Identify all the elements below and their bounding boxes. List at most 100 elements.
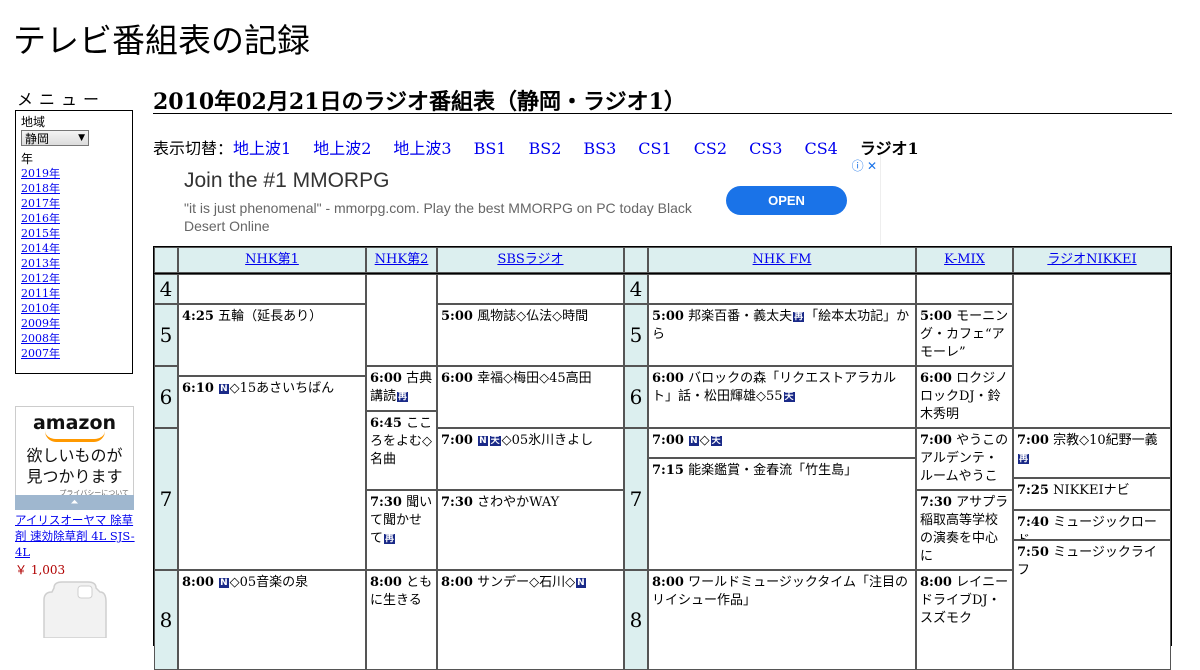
channel-link-nhkfm[interactable]: NHK FM (753, 252, 812, 267)
program-cell[interactable]: 6:45 こころをよむ◇名曲 (366, 411, 437, 490)
year-link[interactable]: 2017年 (21, 197, 60, 210)
year-link[interactable]: 2009年 (21, 317, 60, 330)
channel-link-kmix[interactable]: K-MIX (944, 252, 985, 267)
corner-cell (624, 247, 648, 273)
program-cell[interactable]: 8:00 サンデー◇石川◇ N (437, 570, 624, 670)
channel-header-kmix: K-MIX (916, 247, 1013, 273)
program-title: 宗教◇10紀野一義 (1053, 433, 1158, 448)
news-icon: N (689, 436, 699, 446)
channel-link-sbs[interactable]: SBSラジオ (497, 252, 563, 267)
program-cell[interactable]: 8:00 N ◇05音楽の泉 (178, 570, 366, 670)
region-label: 地域 (21, 115, 46, 129)
year-list: 2019年 2018年 2017年 2016年 2015年 2014年 2013… (21, 166, 127, 361)
program-time: 7:40 (1017, 515, 1049, 530)
channel-link-nhk1[interactable]: NHK第1 (245, 252, 299, 267)
program-title: 邦楽百番・義太夫 (688, 309, 793, 324)
hour-label: 8 (154, 570, 178, 670)
year-link[interactable]: 2013年 (21, 257, 60, 270)
program-title: ◇05氷川きよし (501, 433, 594, 448)
program-cell[interactable]: 8:00 レイニードライブDJ・スズモク (916, 570, 1013, 670)
year-link[interactable]: 2016年 (21, 212, 60, 225)
product-image[interactable] (36, 578, 114, 638)
program-cell[interactable]: 5:00 邦楽百番・義太夫再「絵本太功記」から (648, 304, 916, 366)
program-cell[interactable]: 7:00 やうこのアルデンテ・ルームやうこ (916, 428, 1013, 490)
year-link[interactable]: 2015年 (21, 227, 60, 240)
channel-header-nikkei: ラジオNIKKEI (1013, 247, 1171, 273)
channel-header-nhkfm: NHK FM (648, 247, 916, 273)
channel-header-nhk1: NHK第1 (178, 247, 366, 273)
year-link[interactable]: 2012年 (21, 272, 60, 285)
menu-heading: メニュー (17, 90, 106, 109)
weather-icon: 天 (783, 392, 795, 402)
ad-close-icon[interactable]: ⓘ ✕ (852, 157, 877, 174)
channel-header-nhk2: NHK第2 (366, 247, 437, 273)
program-cell[interactable]: 7:00 N ◇ 天 (648, 428, 916, 458)
program-title: サンデー◇石川◇ (477, 575, 576, 590)
year-link[interactable]: 2018年 (21, 182, 60, 195)
program-cell[interactable]: 5:00 モーニング・カフェ“アモーレ” (916, 304, 1013, 366)
program-cell[interactable]: 7:00 N 天 ◇05氷川きよし (437, 428, 624, 490)
region-select-value: 静岡 (25, 131, 50, 146)
hour-label: 4 (154, 274, 178, 304)
schedule-grid: NHK第1 NHK第2 SBSラジオ NHK FM K-MIX ラジオNIKKE… (153, 246, 1172, 670)
chevron-up-icon: ⏶ (70, 497, 79, 508)
hour-label: 7 (624, 428, 648, 570)
region-select[interactable]: 静岡 ▼ (21, 130, 89, 146)
menu-box: 地域 静岡 ▼ 年 2019年 2018年 2017年 2016年 2015年 … (15, 110, 133, 374)
program-cell[interactable]: 7:30 アサプラ稲取高等学校の演奏を中心に (916, 490, 1013, 570)
program-title: ◇15あさいちばん (229, 381, 335, 396)
program-cell[interactable]: 8:00 ともに生きる (366, 570, 437, 670)
program-empty (366, 274, 437, 366)
ad-collapse-bar[interactable]: ⏶ (15, 495, 134, 510)
program-empty (437, 274, 624, 304)
program-cell[interactable]: 4:25 五輪（延長あり） (178, 304, 366, 376)
program-cell[interactable]: 7:15 能楽鑑賞・金春流「竹生島」 (648, 458, 916, 570)
channel-link-nhk2[interactable]: NHK第2 (375, 252, 429, 267)
ad-banner[interactable]: Join the #1 MMORPG "it is just phenomena… (153, 155, 881, 245)
program-time: 7:00 (652, 433, 684, 448)
news-icon: N (478, 436, 488, 446)
program-cell[interactable]: 7:40 ミュージックロード (1013, 510, 1171, 540)
program-cell[interactable]: 5:00 風物誌◇仏法◇時間 (437, 304, 624, 366)
program-cell[interactable]: 6:10 N ◇15あさいちばん (178, 376, 366, 570)
program-time: 8:00 (182, 575, 214, 590)
program-title: ワールドミュージックタイム「注目のリイシュー作品」 (652, 575, 909, 608)
program-time: 8:00 (441, 575, 473, 590)
year-link[interactable]: 2010年 (21, 302, 60, 315)
channel-header-sbs: SBSラジオ (437, 247, 624, 273)
program-time: 5:00 (652, 309, 684, 324)
ad-headline[interactable]: Join the #1 MMORPG (184, 169, 389, 193)
program-cell[interactable]: 7:50 ミュージックライフ (1013, 540, 1171, 670)
program-cell[interactable]: 6:00 古典講読再 (366, 366, 437, 411)
page-title: 2010年02月21日のラジオ番組表（静岡・ラジオ1） (153, 84, 1172, 115)
year-link[interactable]: 2014年 (21, 242, 60, 255)
year-link[interactable]: 2008年 (21, 332, 60, 345)
program-title: バロックの森「リクエストアラカルト」話・松田輝雄◇55 (652, 371, 897, 404)
program-cell[interactable]: 7:30 さわやかWAY (437, 490, 624, 570)
hour-label: 8 (624, 570, 648, 670)
year-link[interactable]: 2007年 (21, 347, 60, 360)
rerun-icon: 再 (793, 312, 805, 322)
year-link[interactable]: 2011年 (21, 287, 60, 300)
program-time: 7:00 (920, 433, 952, 448)
product-link[interactable]: アイリスオーヤマ 除草剤 速効除草剤 4L SJS-4L (15, 512, 135, 560)
amazon-logo: amazon (32, 412, 117, 434)
program-title: ◇ (699, 433, 710, 448)
program-cell[interactable]: 7:25 NIKKEIナビ (1013, 478, 1171, 510)
program-time: 6:45 (370, 416, 402, 431)
year-link[interactable]: 2019年 (21, 167, 60, 180)
weather-icon: 天 (710, 436, 722, 446)
program-title: NIKKEIナビ (1053, 483, 1130, 498)
hour-label: 5 (624, 304, 648, 366)
ad-open-button[interactable]: OPEN (726, 186, 847, 215)
program-time: 5:00 (920, 309, 952, 324)
program-cell[interactable]: 6:00 ロクジノロックDJ・鈴木秀明 (916, 366, 1013, 428)
program-cell[interactable]: 8:00 ワールドミュージックタイム「注目のリイシュー作品」 (648, 570, 916, 670)
program-time: 8:00 (920, 575, 952, 590)
program-cell[interactable]: 7:30 聞いて聞かせて再 (366, 490, 437, 570)
program-cell[interactable]: 6:00 幸福◇梅田◇45高田 (437, 366, 624, 428)
weather-icon: 天 (489, 436, 501, 446)
channel-link-nikkei[interactable]: ラジオNIKKEI (1047, 252, 1136, 267)
program-cell[interactable]: 7:00 宗教◇10紀野一義再 (1013, 428, 1171, 478)
program-cell[interactable]: 6:00 バロックの森「リクエストアラカルト」話・松田輝雄◇55 天 (648, 366, 916, 428)
